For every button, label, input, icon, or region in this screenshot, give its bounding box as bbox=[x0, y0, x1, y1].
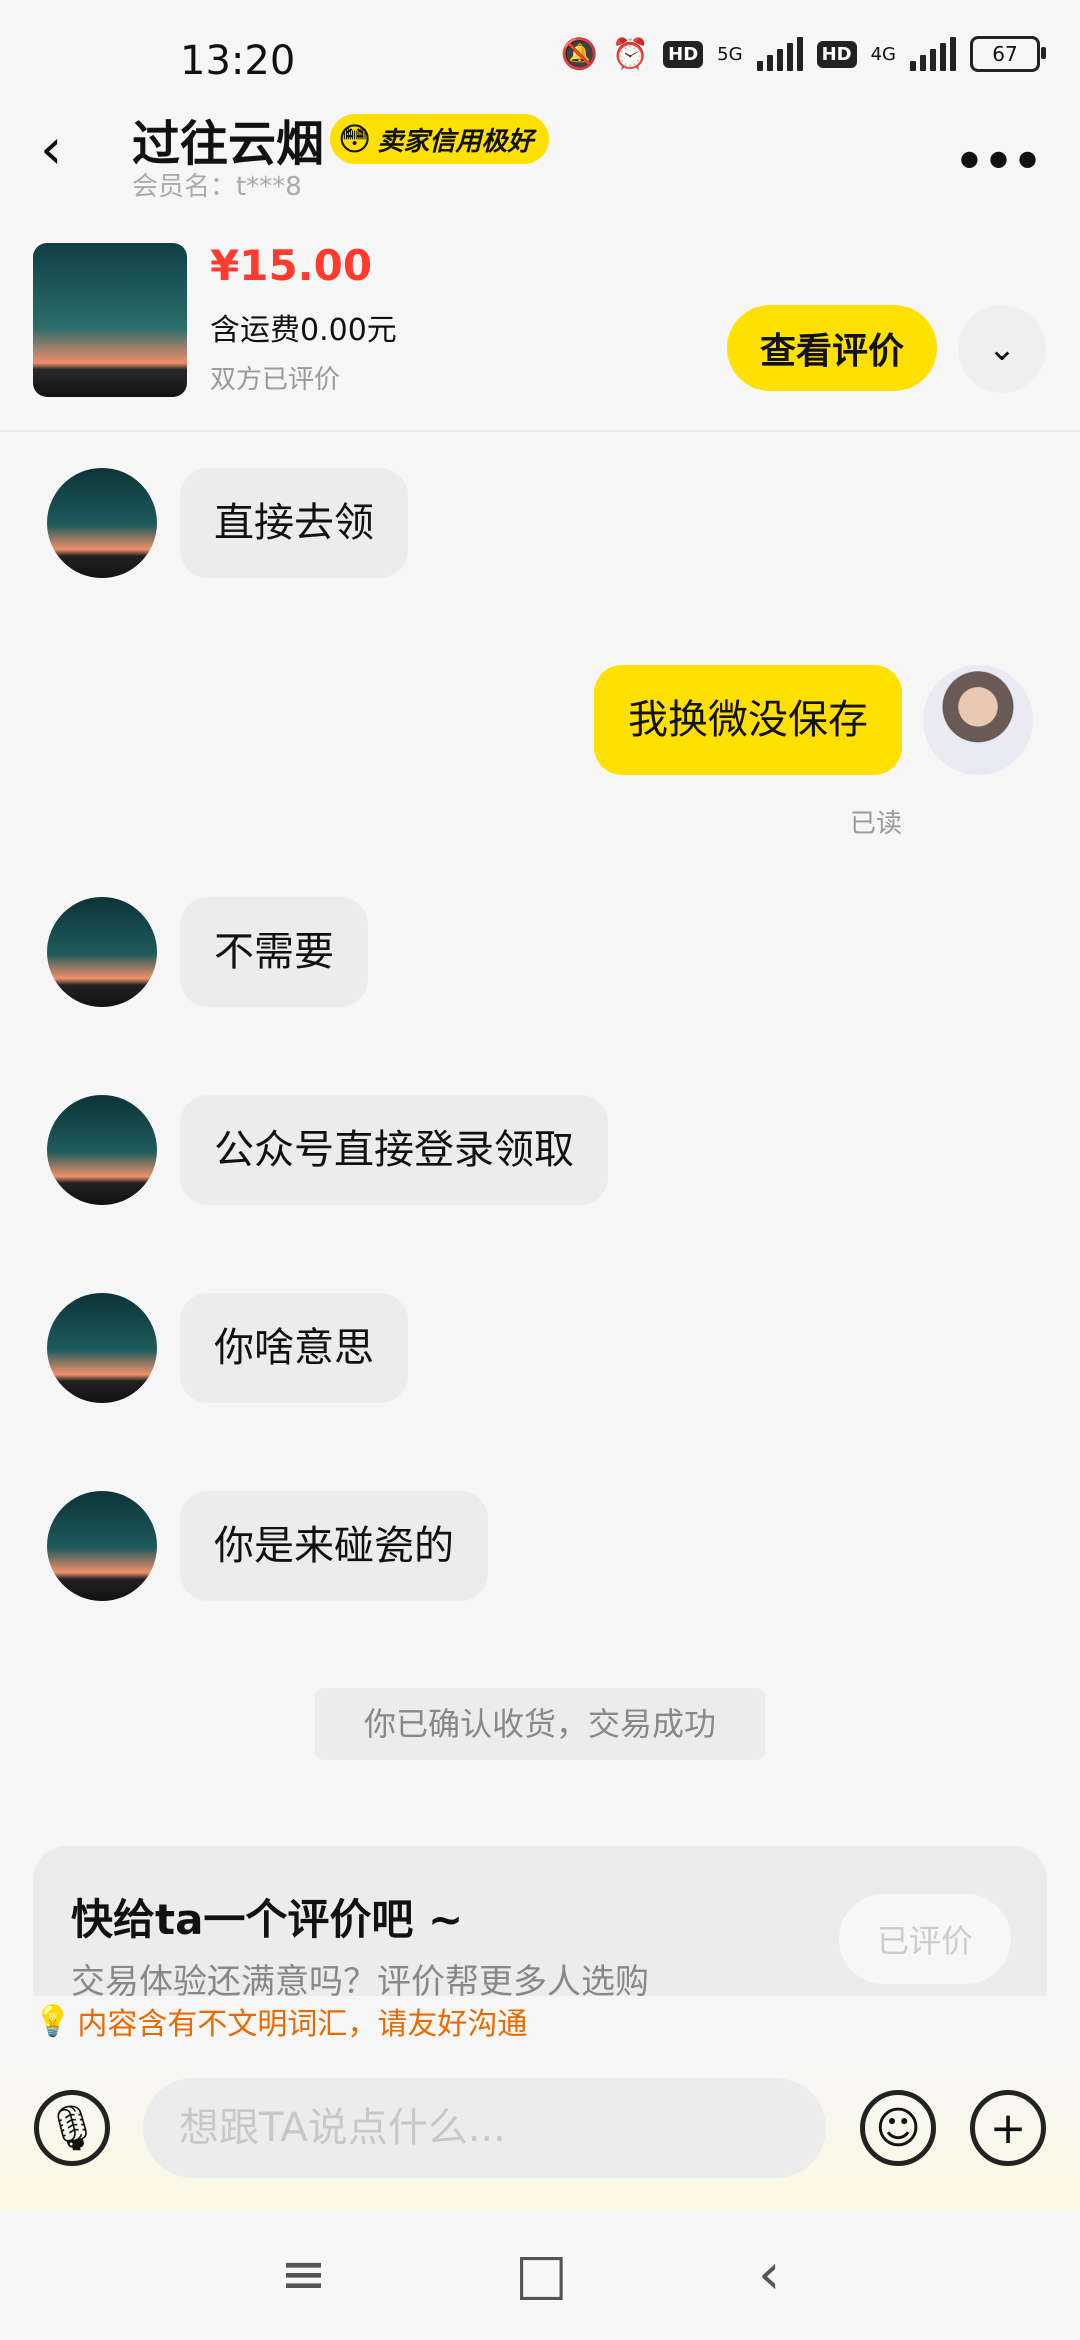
status-icons: 🔕 ⏰ HD 5G HD 4G 67 bbox=[560, 36, 1046, 72]
alarm-icon: ⏰ bbox=[611, 36, 650, 72]
lightbulb-icon: 💡 bbox=[34, 2003, 72, 2039]
product-price: ¥15.00 bbox=[210, 241, 373, 290]
emoji-icon[interactable]: ☺ bbox=[860, 2090, 936, 2166]
back-nav-icon[interactable]: ‹ bbox=[758, 2242, 780, 2307]
hd-icon-2: HD bbox=[816, 40, 857, 68]
battery-icon: 67 bbox=[970, 36, 1046, 72]
review-status: 双方已评价 bbox=[210, 365, 341, 395]
chat-bubble[interactable]: 不需要 bbox=[180, 897, 368, 1007]
mute-icon: 🔕 bbox=[560, 36, 598, 72]
chat-bubble[interactable]: 公众号直接登录领取 bbox=[180, 1095, 608, 1205]
chat-bubble[interactable]: 直接去领 bbox=[180, 468, 408, 578]
shipping-fee: 含运费0.00元 bbox=[210, 313, 397, 348]
seller-credit-badge: 😳 卖家信用极好 bbox=[330, 114, 550, 164]
system-nav-bar: ≡ □ ‹ bbox=[0, 2212, 1080, 2340]
avatar[interactable] bbox=[47, 897, 157, 1007]
page-title: 过往云烟 bbox=[132, 116, 325, 172]
review-prompt-title: 快给ta一个评价吧 ~ bbox=[71, 1895, 464, 1944]
product-card[interactable]: ¥15.00 含运费0.00元 双方已评价 查看评价 ⌄ bbox=[0, 215, 1080, 432]
hd-icon: HD bbox=[663, 40, 704, 68]
badge-label: 卖家信用极好 bbox=[377, 126, 534, 157]
chat-bubble[interactable]: 你是来碰瓷的 bbox=[180, 1491, 488, 1601]
face-icon: 😳 bbox=[338, 120, 372, 158]
system-message: 你已确认收货，交易成功 bbox=[315, 1688, 765, 1760]
product-thumbnail[interactable] bbox=[33, 243, 187, 397]
plus-icon[interactable]: + bbox=[970, 2090, 1046, 2166]
chevron-down-icon[interactable]: ⌄ bbox=[958, 305, 1046, 393]
menu-icon[interactable]: ≡ bbox=[280, 2242, 327, 2307]
signal-icon bbox=[756, 37, 803, 71]
view-review-button[interactable]: 查看评价 bbox=[727, 305, 937, 391]
read-receipt: 已读 bbox=[849, 809, 902, 839]
microphone-icon[interactable]: 🎙 bbox=[34, 2090, 110, 2166]
home-icon[interactable]: □ bbox=[515, 2242, 568, 2307]
more-icon[interactable]: ••• bbox=[953, 130, 1044, 195]
reviewed-button[interactable]: 已评价 bbox=[839, 1894, 1011, 1984]
review-prompt-subtitle: 交易体验还满意吗？评价帮更多人选购 bbox=[71, 1962, 649, 1996]
chat-header: ‹ 过往云烟 😳 卖家信用极好 会员名：t***8 ••• bbox=[0, 100, 1080, 210]
chat-bubble[interactable]: 你啥意思 bbox=[180, 1293, 408, 1403]
avatar[interactable] bbox=[47, 468, 157, 578]
network-4g-label: 4G bbox=[870, 43, 896, 65]
warning-text: 内容含有不文明词汇，请友好沟通 bbox=[77, 2007, 528, 2042]
network-5g-label: 5G bbox=[717, 43, 743, 65]
member-name: 会员名：t***8 bbox=[132, 172, 302, 202]
status-bar: 13:20 🔕 ⏰ HD 5G HD 4G 67 bbox=[0, 0, 1080, 110]
signal-icon-2 bbox=[910, 37, 956, 71]
avatar[interactable] bbox=[47, 1491, 157, 1601]
review-prompt-card: 快给ta一个评价吧 ~ 交易体验还满意吗？评价帮更多人选购 已评价 bbox=[33, 1846, 1047, 1996]
input-bar: 🎙 想跟TA说点什么... ☺ + bbox=[0, 2060, 1080, 2210]
clock: 13:20 bbox=[180, 38, 296, 84]
avatar[interactable] bbox=[923, 665, 1033, 775]
content-warning: 💡 内容含有不文明词汇，请友好沟通 bbox=[34, 1996, 1080, 2046]
chat-bubble[interactable]: 我换微没保存 bbox=[594, 665, 902, 775]
avatar[interactable] bbox=[47, 1293, 157, 1403]
back-icon[interactable]: ‹ bbox=[40, 120, 100, 180]
avatar[interactable] bbox=[47, 1095, 157, 1205]
message-input[interactable]: 想跟TA说点什么... bbox=[143, 2078, 826, 2178]
